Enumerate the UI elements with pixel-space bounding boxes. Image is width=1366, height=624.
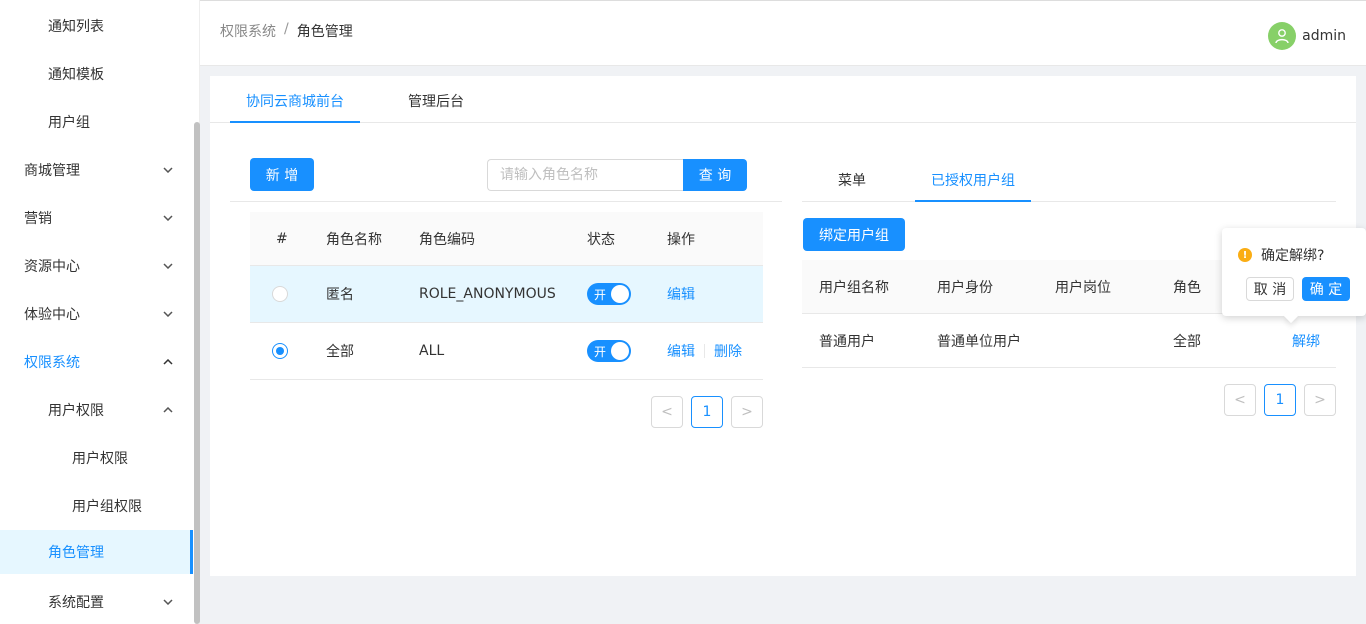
column-header-role: 角色: [1173, 279, 1201, 296]
main-card: 协同云商城前台 管理后台 新 增 查 询 # 角色名称 角色编码 状态 操作 匿…: [210, 76, 1356, 576]
sidebar-item-label: 角色管理: [48, 545, 104, 561]
table-row: 普通用户 普通单位用户 全部 解绑: [802, 314, 1336, 368]
sidebar-item-system-config[interactable]: 系统配置: [0, 578, 193, 624]
sidebar-item-label: 通知模板: [48, 67, 104, 83]
role-name: 全部: [326, 344, 354, 360]
chevron-up-icon: [161, 359, 175, 365]
table-row[interactable]: 匿名 ROLE_ANONYMOUS 开 编辑: [250, 266, 763, 323]
status-switch[interactable]: 开: [587, 283, 631, 305]
column-header-index: #: [276, 230, 288, 247]
sidebar-item-user-permission[interactable]: 用户权限: [0, 434, 193, 482]
column-header-role-name: 角色名称: [326, 231, 382, 248]
sidebar-item-label: 资源中心: [24, 259, 80, 275]
sidebar-item-mall-management[interactable]: 商城管理: [0, 146, 193, 194]
avatar: [1268, 22, 1297, 50]
role-name-search-input[interactable]: [487, 159, 684, 191]
divider: [230, 201, 782, 202]
user-identity: 普通单位用户: [937, 333, 1021, 350]
sidebar-item-notification-list[interactable]: 通知列表: [0, 2, 193, 50]
sidebar-item-permission-system[interactable]: 权限系统: [0, 338, 193, 386]
sidebar-item-user-group[interactable]: 用户组: [0, 98, 193, 146]
chevron-down-icon: [161, 167, 175, 173]
breadcrumb: 权限系统 / 角色管理: [220, 21, 353, 41]
column-header-group-name: 用户组名称: [819, 279, 889, 296]
bind-user-group-button[interactable]: 绑定用户组: [803, 218, 905, 251]
query-button[interactable]: 查 询: [683, 159, 747, 191]
sidebar-item-label: 权限系统: [24, 355, 80, 371]
breadcrumb-separator: /: [284, 21, 289, 37]
tab-authorized-user-groups[interactable]: 已授权用户组: [915, 161, 1031, 202]
popconfirm-message: 确定解绑?: [1261, 248, 1325, 264]
action-separator: [704, 344, 705, 358]
row-radio[interactable]: [272, 286, 288, 302]
sidebar-item-label: 系统配置: [48, 595, 104, 611]
sidebar-item-user-permission-group[interactable]: 用户权限: [0, 386, 193, 434]
chevron-down-icon: [161, 215, 175, 221]
switch-label: 开: [594, 344, 607, 359]
left-pager-next-button[interactable]: >: [731, 396, 763, 428]
column-header-actions: 操作: [667, 231, 695, 248]
column-header-identity: 用户身份: [937, 279, 993, 296]
sidebar-item-experience-center[interactable]: 体验中心: [0, 290, 193, 338]
column-header-status: 状态: [587, 231, 615, 248]
chevron-down-icon: [161, 263, 175, 269]
unbind-link[interactable]: 解绑: [1292, 331, 1320, 351]
table-header-row: # 角色名称 角色编码 状态 操作: [250, 212, 763, 266]
sidebar-item-label: 用户权限: [72, 451, 128, 467]
sidebar-item-label: 营销: [24, 211, 52, 227]
unbind-popconfirm: ! 确定解绑? 取 消 确 定: [1222, 228, 1366, 324]
role-code: ROLE_ANONYMOUS: [419, 286, 556, 302]
tab-menu[interactable]: 菜单: [838, 161, 866, 202]
role-name: 匿名: [326, 287, 354, 303]
edit-link[interactable]: 编辑: [667, 284, 695, 304]
sidebar: 通知列表 通知模板 用户组 商城管理 营销 资源中心 体验中心 权限系统 用户权…: [0, 0, 200, 624]
sidebar-item-label: 用户权限: [48, 403, 104, 419]
row-radio[interactable]: [272, 343, 288, 359]
user-icon: [1275, 29, 1289, 44]
popconfirm-cancel-button[interactable]: 取 消: [1246, 277, 1294, 301]
breadcrumb-item-role-management: 角色管理: [296, 24, 353, 40]
chevron-down-icon: [161, 599, 175, 605]
sidebar-item-role-management[interactable]: 角色管理: [0, 530, 193, 574]
right-pager-prev-button[interactable]: <: [1224, 384, 1256, 416]
add-button[interactable]: 新 增: [250, 158, 314, 191]
left-pager-page-1[interactable]: 1: [691, 396, 723, 428]
chevron-up-icon: [161, 407, 175, 413]
delete-link[interactable]: 删除: [714, 341, 742, 361]
warning-icon: !: [1238, 248, 1252, 262]
chevron-down-icon: [161, 311, 175, 317]
sidebar-item-label: 用户组: [48, 115, 90, 131]
sidebar-item-label: 用户组权限: [72, 499, 142, 515]
roles-table: # 角色名称 角色编码 状态 操作 匿名 ROLE_ANONYMOUS 开 编辑…: [250, 212, 763, 380]
popconfirm-ok-button[interactable]: 确 定: [1302, 277, 1350, 301]
sidebar-scrollbar[interactable]: [194, 122, 200, 624]
left-pager-prev-button[interactable]: <: [651, 396, 683, 428]
role-name: 全部: [1173, 333, 1201, 350]
sidebar-item-notification-template[interactable]: 通知模板: [0, 50, 193, 98]
column-header-role-code: 角色编码: [419, 231, 475, 248]
edit-link[interactable]: 编辑: [667, 341, 695, 361]
username: admin: [1302, 28, 1346, 44]
role-code: ALL: [419, 343, 445, 359]
header: 权限系统 / 角色管理 admin: [200, 0, 1366, 66]
sidebar-item-resource-center[interactable]: 资源中心: [0, 242, 193, 290]
sidebar-item-label: 体验中心: [24, 307, 80, 323]
column-header-post: 用户岗位: [1055, 279, 1111, 296]
table-row[interactable]: 全部 ALL 开 编辑 删除: [250, 323, 763, 380]
sidebar-item-label: 通知列表: [48, 19, 104, 35]
sidebar-item-marketing[interactable]: 营销: [0, 194, 193, 242]
tab-admin-backend[interactable]: 管理后台: [408, 76, 464, 123]
right-pager-next-button[interactable]: >: [1304, 384, 1336, 416]
breadcrumb-item-permission-system[interactable]: 权限系统: [220, 21, 276, 41]
right-panel-tabs: 菜单 已授权用户组: [802, 161, 1336, 202]
sidebar-item-user-group-permission[interactable]: 用户组权限: [0, 482, 193, 530]
sidebar-item-label: 商城管理: [24, 163, 80, 179]
group-name: 普通用户: [819, 333, 875, 350]
right-pager-page-1[interactable]: 1: [1264, 384, 1296, 416]
tab-mall-frontend[interactable]: 协同云商城前台: [230, 76, 360, 123]
status-switch[interactable]: 开: [587, 340, 631, 362]
switch-label: 开: [594, 287, 607, 302]
platform-tabs: 协同云商城前台 管理后台: [210, 76, 1356, 123]
user-menu[interactable]: admin: [1268, 22, 1346, 50]
